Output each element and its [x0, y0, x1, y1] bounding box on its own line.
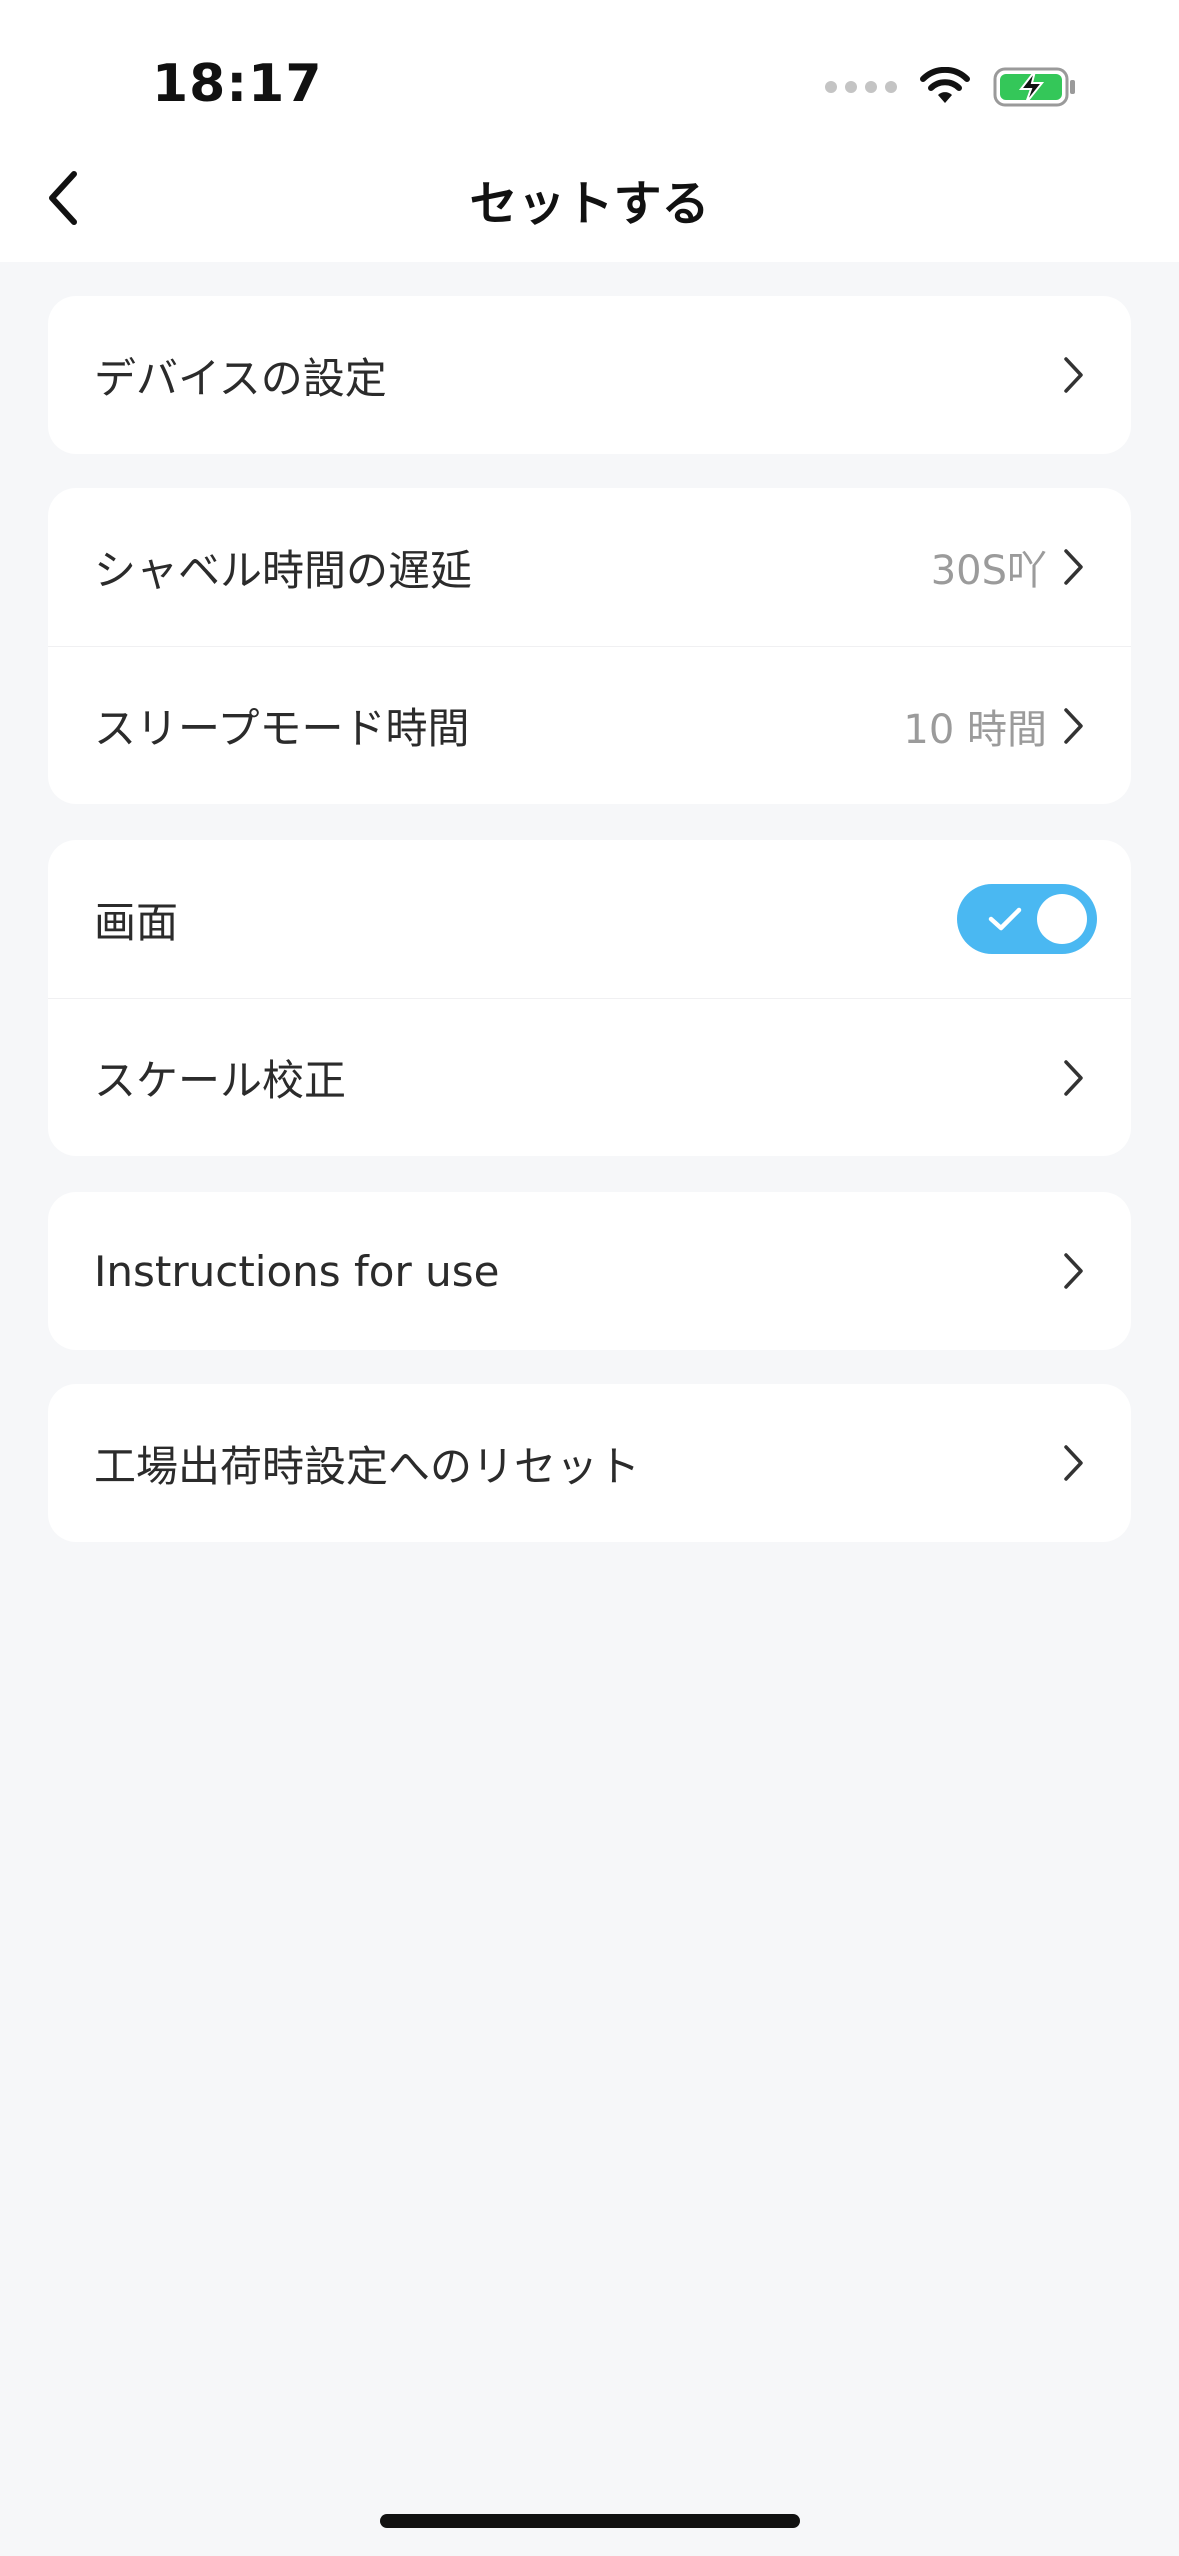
- settings-group-timing: シャベル時間の遅延 30S吖 スリープモード時間 10 時間: [48, 488, 1131, 804]
- shovel-delay-row[interactable]: シャベル時間の遅延 30S吖: [48, 488, 1131, 646]
- row-label: Instructions for use: [94, 1246, 500, 1296]
- settings-group-device: デバイスの設定: [48, 296, 1131, 454]
- instructions-row[interactable]: Instructions for use: [48, 1192, 1131, 1350]
- chevron-right-icon: [1061, 706, 1087, 746]
- device-settings-row[interactable]: デバイスの設定: [48, 296, 1131, 454]
- toggle-knob: [1037, 894, 1087, 944]
- header-area: 18:17 セットする: [0, 0, 1179, 262]
- chevron-right-icon: [1061, 1251, 1087, 1291]
- settings-group-instructions: Instructions for use: [48, 1192, 1131, 1350]
- chevron-right-icon: [1061, 1443, 1087, 1483]
- row-label: デバイスの設定: [94, 353, 387, 403]
- status-time: 18:17: [152, 54, 323, 114]
- check-icon: [988, 907, 1022, 931]
- row-value: 30S吖: [930, 548, 1047, 594]
- factory-reset-row[interactable]: 工場出荷時設定へのリセット: [48, 1384, 1131, 1542]
- settings-group-reset: 工場出荷時設定へのリセット: [48, 1384, 1131, 1542]
- status-icons: [825, 62, 1079, 112]
- row-label: 画面: [94, 897, 179, 947]
- row-label: シャベル時間の遅延: [94, 545, 473, 595]
- screen-row: 画面: [48, 840, 1131, 998]
- wifi-icon: [920, 67, 970, 103]
- page-title: セットする: [469, 176, 710, 232]
- battery-charging-icon: [993, 67, 1075, 107]
- row-label: スケール校正: [94, 1056, 347, 1105]
- settings-group-display: 画面 スケール校正: [48, 840, 1131, 1156]
- scale-calibration-row[interactable]: スケール校正: [48, 998, 1131, 1156]
- row-label: スリープモード時間: [94, 704, 470, 753]
- chevron-right-icon: [1061, 547, 1087, 587]
- row-label: 工場出荷時設定へのリセット: [94, 1441, 641, 1491]
- screen-toggle[interactable]: [957, 884, 1097, 954]
- chevron-right-icon: [1061, 355, 1087, 395]
- row-value: 10 時間: [903, 706, 1047, 753]
- cellular-signal-icon: [825, 81, 897, 93]
- chevron-right-icon: [1061, 1058, 1087, 1098]
- home-indicator[interactable]: [380, 2514, 800, 2528]
- sleep-mode-time-row[interactable]: スリープモード時間 10 時間: [48, 646, 1131, 804]
